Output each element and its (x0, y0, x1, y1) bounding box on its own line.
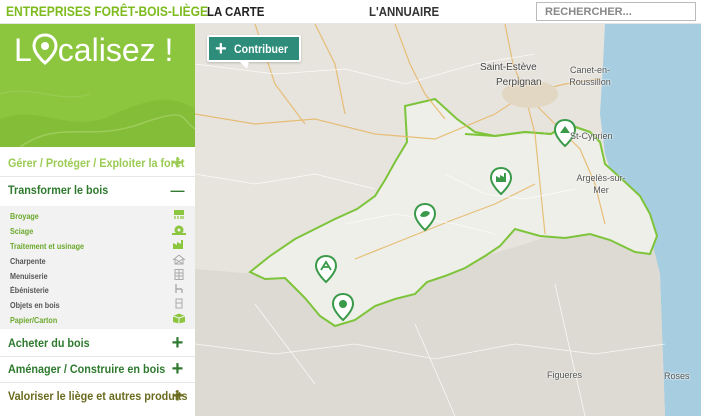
category-acheter-bois[interactable]: Acheter du bois + (0, 331, 195, 357)
subcategory-list: Broyage Sciage Traitement et usinage Cha… (0, 206, 195, 329)
map-canvas (195, 24, 701, 416)
divider (0, 382, 195, 383)
category-valoriser-liege[interactable]: Valoriser le liège et autres produits + (0, 384, 195, 410)
top-bar: ENTREPRISES FORÊT-BOIS-LIÈGE LA CARTE L'… (0, 0, 701, 24)
contribute-label: Contribuer (234, 42, 288, 56)
place-argeles-sur-mer: Argelès-sur-Mer (576, 173, 626, 195)
category-label: Transformer le bois (8, 183, 109, 197)
contribute-button[interactable]: + Contribuer (207, 35, 301, 69)
subcategory-ebenisterie[interactable]: Ébénisterie (10, 286, 49, 295)
expand-plus-icon[interactable]: + (169, 333, 186, 353)
category-label: Gérer / Protéger / Exploiter la forêt (8, 156, 185, 170)
subcategory-broyage[interactable]: Broyage (10, 212, 39, 221)
chair-icon (175, 284, 183, 293)
saw-icon (172, 225, 186, 235)
factory-icon (173, 240, 183, 249)
place-saint-esteve: Saint-Estève (480, 62, 537, 73)
sidebar: Lcalisez ! Gérer / Protéger / Exploiter … (0, 24, 195, 416)
place-perpignan: Perpignan (496, 77, 542, 88)
search-input[interactable] (536, 2, 696, 21)
expand-plus-icon[interactable]: + (169, 153, 186, 173)
subcategory-menuiserie[interactable]: Menuiserie (10, 272, 48, 281)
window-frame-icon (174, 269, 184, 280)
house-frame-icon (172, 254, 186, 265)
category-label: Aménager / Construire en bois (8, 362, 166, 376)
shredder-icon (174, 210, 184, 219)
collapse-minus-icon[interactable]: — (169, 182, 186, 199)
category-transformer-bois[interactable]: Transformer le bois — (0, 178, 195, 204)
place-figueres: Figueres (547, 370, 583, 380)
subcategory-papier-carton[interactable]: Papier/Carton (10, 316, 57, 325)
subcategory-objets-bois[interactable]: Objets en bois (10, 301, 60, 310)
subcategory-sciage[interactable]: Sciage (10, 227, 33, 236)
place-canet-en-roussillon: Canet-en-Roussillon (569, 65, 611, 87)
nav-annuaire[interactable]: L'ANNUAIRE (369, 4, 439, 19)
category-amenager-construire[interactable]: Aménager / Construire en bois + (0, 357, 195, 383)
localisez-banner: Lcalisez ! (0, 24, 195, 147)
place-st-cyprien: St-Cyprien (570, 131, 613, 141)
category-label: Valoriser le liège et autres produits (8, 389, 188, 403)
plus-icon: + (215, 38, 227, 60)
category-label: Acheter du bois (8, 336, 90, 350)
localisez-title: Lcalisez ! (14, 32, 174, 68)
expand-plus-icon[interactable]: + (169, 386, 186, 406)
box-icon (172, 313, 186, 324)
expand-plus-icon[interactable]: + (169, 359, 186, 379)
subcategory-charpente[interactable]: Charpente (10, 257, 46, 266)
brand-title[interactable]: ENTREPRISES FORÊT-BOIS-LIÈGE (6, 3, 208, 19)
subcategory-traitement-usinage[interactable]: Traitement et usinage (10, 242, 84, 251)
category-gerer-foret[interactable]: Gérer / Protéger / Exploiter la forêt + (0, 151, 195, 177)
place-roses: Roses (664, 371, 690, 381)
location-pin-icon (32, 33, 58, 65)
nav-la-carte[interactable]: LA CARTE (207, 4, 264, 19)
map-view[interactable]: Saint-Estève Perpignan Canet-en-Roussill… (195, 24, 701, 416)
divider (0, 176, 195, 177)
object-icon (175, 298, 183, 309)
